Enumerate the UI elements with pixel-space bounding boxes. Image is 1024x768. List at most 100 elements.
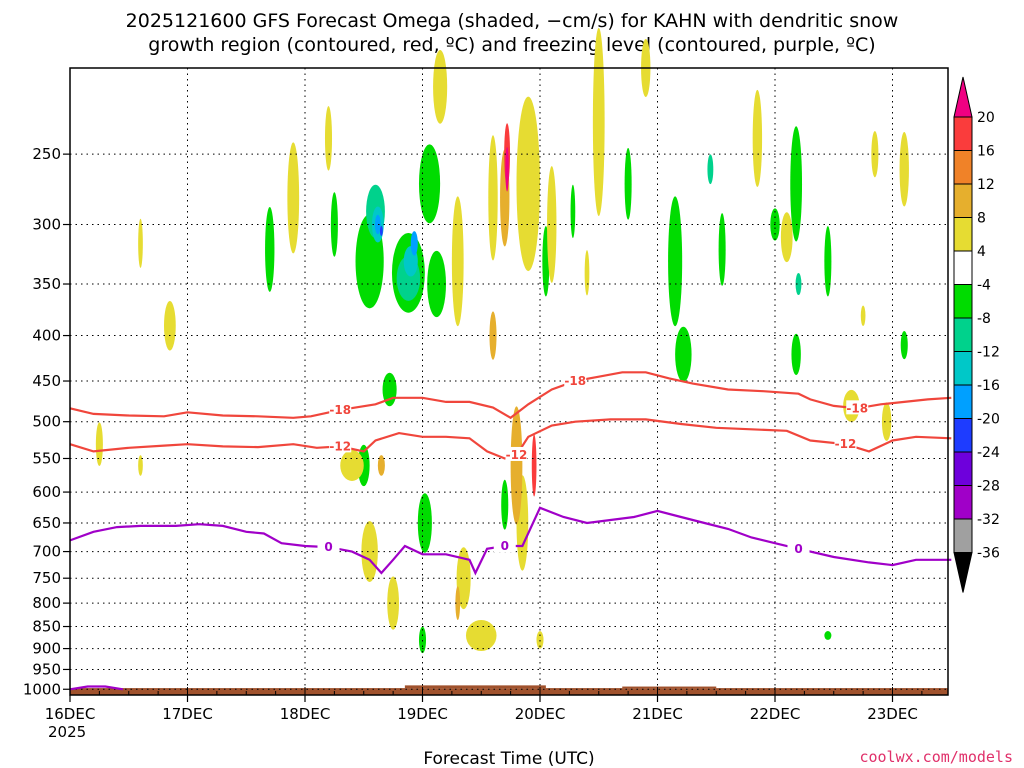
y-tick-label: 600	[32, 483, 61, 501]
colorbar-label: -16	[977, 378, 1000, 394]
omega-cell	[624, 147, 632, 220]
colorbar-label: 4	[977, 244, 986, 260]
x-tick-label: 19DEC	[397, 705, 448, 723]
omega-cell	[488, 135, 498, 261]
contour-line	[69, 371, 952, 420]
x-tick-label: 17DEC	[162, 705, 213, 723]
colorbar: -36 -32 -28 -24 -20 -16 -12 -8 -4 4 8 12 16 20	[953, 76, 1000, 593]
omega-cell	[265, 207, 275, 292]
omega-cell	[531, 434, 537, 497]
omega-cell	[780, 212, 793, 263]
ground-fill	[70, 688, 948, 695]
omega-cell	[418, 626, 427, 654]
omega-cell	[324, 106, 333, 171]
colorbar-segment	[953, 217, 973, 252]
ground-terrain	[70, 685, 948, 695]
omega-cell	[489, 311, 497, 360]
omega-cell	[860, 305, 866, 326]
x-tick-label: 20DEC	[515, 705, 566, 723]
colorbar-segment	[953, 418, 973, 453]
contour-label: 0	[794, 542, 802, 556]
omega-cell	[138, 218, 143, 268]
y-tick-label: 750	[32, 569, 61, 587]
omega-cell	[361, 521, 378, 582]
colorbar-segment	[953, 451, 973, 486]
y-tick-label: 1000	[23, 680, 61, 698]
ground-bump	[622, 686, 717, 689]
contour-label: 0	[324, 540, 332, 554]
colorbar-label: -32	[977, 512, 1000, 528]
contour-label: -18	[564, 374, 586, 388]
omega-cell	[379, 225, 383, 236]
omega-cell	[95, 422, 103, 467]
colorbar-label: 8	[977, 211, 986, 227]
contour-label: -12	[835, 437, 857, 451]
colorbar-segment	[953, 116, 973, 151]
omega-cell	[501, 479, 509, 530]
y-tick-label: 250	[32, 145, 61, 163]
omega-cell	[516, 96, 540, 272]
omega-shading	[95, 27, 909, 654]
colorbar-segment	[953, 351, 973, 386]
colorbar-segment	[953, 317, 973, 352]
chart-title-line-2: growth region (contoured, red, ºC) and f…	[148, 34, 875, 56]
omega-cell	[427, 250, 446, 318]
y-tick-label: 900	[32, 640, 61, 658]
y-tick-label: 700	[32, 543, 61, 561]
colorbar-label: -28	[977, 479, 1000, 495]
omega-cell	[410, 231, 418, 256]
omega-cell	[871, 130, 879, 178]
omega-cell	[510, 406, 523, 525]
x-axis-year: 2025	[48, 723, 86, 741]
colorbar-label: -36	[977, 546, 1000, 562]
y-tick-label: 800	[32, 594, 61, 612]
x-tick-label: 16DEC	[45, 705, 96, 723]
x-tick-label: 18DEC	[280, 705, 331, 723]
omega-cell	[584, 250, 590, 296]
y-tick-label: 450	[32, 372, 61, 390]
y-tick-label: 300	[32, 216, 61, 234]
y-axis: 250 300 350 400 450 500 550 600 650 700 750 800 850 9…	[23, 145, 70, 698]
omega-cell	[451, 196, 464, 327]
ground-bump	[404, 685, 546, 689]
colorbar-segment	[953, 518, 973, 553]
credit-text: coolwx.com/models	[859, 748, 1013, 766]
y-tick-label: 500	[32, 413, 61, 431]
contour-label: -12	[506, 448, 528, 462]
omega-cell	[824, 631, 832, 640]
x-tick-label: 22DEC	[750, 705, 801, 723]
colorbar-label: -4	[977, 278, 991, 294]
y-tick-label: 850	[32, 618, 61, 636]
omega-cell	[668, 196, 683, 327]
omega-cell	[433, 49, 448, 124]
omega-cell	[899, 132, 909, 207]
colorbar-segment	[953, 150, 973, 185]
omega-cell	[752, 89, 763, 187]
omega-cell	[374, 214, 381, 235]
colorbar-label: -20	[977, 412, 1000, 428]
contour-label: -12	[329, 439, 351, 453]
colorbar-arrow-bottom	[953, 552, 973, 593]
colorbar-arrow-top	[953, 76, 973, 118]
colorbar-segment	[953, 284, 973, 319]
colorbar-segment	[953, 183, 973, 218]
chart-title-line-1: 2025121600 GFS Forecast Omega (shaded, −…	[126, 10, 899, 32]
colorbar-label: -24	[977, 445, 1000, 461]
contour-label: 0	[501, 539, 509, 553]
omega-cell	[592, 27, 605, 217]
contour-label: -18	[846, 401, 868, 415]
colorbar-label: -12	[977, 345, 1000, 361]
omega-cell	[707, 154, 714, 185]
colorbar-label: -8	[977, 311, 991, 327]
x-tick-label: 23DEC	[867, 705, 918, 723]
x-tick-label: 21DEC	[632, 705, 683, 723]
omega-cell	[675, 326, 692, 383]
contour-lines: -18 -18 -18 -12 -12 -12 0 0 0	[69, 371, 952, 691]
omega-cell	[791, 333, 801, 376]
y-tick-label: 550	[32, 449, 61, 467]
y-tick-label: 650	[32, 514, 61, 532]
colorbar-label: 20	[977, 110, 995, 126]
x-axis: 16DEC 17DEC 18DEC 19DEC 20DEC 21DEC 22DEC 23DEC	[45, 695, 918, 723]
contour-label: -18	[329, 403, 351, 417]
x-axis-label: Forecast Time (UTC)	[423, 749, 594, 768]
